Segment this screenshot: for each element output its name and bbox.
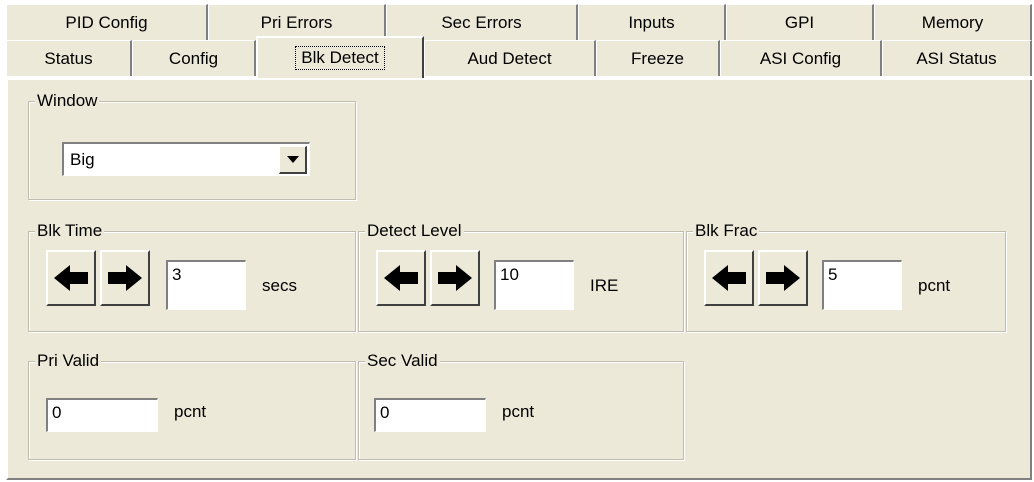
blk-frac-unit: pcnt: [918, 276, 951, 295]
arrow-left-icon: [712, 265, 746, 291]
arrow-left-icon: [384, 265, 418, 291]
blk-frac-input[interactable]: 5: [822, 260, 902, 310]
blk-time-unit: secs: [262, 276, 297, 295]
tab-row-bottom: Status Config Blk Detect Aud Detect Free…: [6, 36, 1032, 78]
tab-pri-errors[interactable]: Pri Errors: [208, 4, 386, 40]
tab-config[interactable]: Config: [132, 40, 256, 76]
tab-freeze[interactable]: Freeze: [596, 40, 720, 76]
tab-label: Memory: [921, 12, 984, 32]
arrow-right-icon: [108, 265, 142, 291]
blk-detect-panel: Window Big Blk Time 3 secs Detect Level …: [6, 80, 1032, 480]
tab-asi-config[interactable]: ASI Config: [720, 40, 882, 76]
tab-label: Freeze: [631, 48, 684, 68]
pri-valid-unit: pcnt: [174, 402, 207, 421]
detect-level-title: Detect Level: [365, 221, 464, 240]
sec-valid-input[interactable]: 0: [374, 398, 486, 432]
tab-label: ASI Config: [759, 48, 842, 68]
blk-time-increase-button[interactable]: [100, 250, 150, 306]
tab-label: Pri Errors: [260, 12, 333, 32]
blk-frac-title: Blk Frac: [693, 221, 760, 240]
detect-level-increase-button[interactable]: [430, 250, 480, 306]
tab-status[interactable]: Status: [6, 40, 132, 76]
tab-label: Status: [44, 48, 93, 68]
arrow-right-icon: [438, 265, 472, 291]
tab-memory[interactable]: Memory: [874, 4, 1032, 40]
tab-label: Sec Errors: [441, 12, 522, 32]
tab-label: Aud Detect: [467, 48, 552, 68]
pri-valid-title: Pri Valid: [35, 351, 102, 370]
blk-frac-increase-button[interactable]: [758, 250, 808, 306]
tab-asi-status[interactable]: ASI Status: [882, 40, 1032, 76]
pri-valid-input[interactable]: 0: [46, 398, 158, 432]
tab-gpi[interactable]: GPI: [726, 4, 874, 40]
tab-inputs[interactable]: Inputs: [578, 4, 726, 40]
chevron-down-icon: [286, 155, 299, 163]
detect-level-input[interactable]: 10: [494, 260, 574, 310]
blk-time-title: Blk Time: [35, 221, 105, 240]
tab-blk-detect[interactable]: Blk Detect: [256, 36, 424, 78]
tab-sec-errors[interactable]: Sec Errors: [386, 4, 578, 40]
window-select-value: Big: [70, 150, 95, 169]
blk-time-decrease-button[interactable]: [46, 250, 96, 306]
blk-frac-decrease-button[interactable]: [704, 250, 754, 306]
tab-pid-config[interactable]: PID Config: [6, 4, 208, 40]
tab-label: Blk Detect: [295, 46, 385, 70]
detect-level-unit: IRE: [590, 276, 619, 295]
tab-label: Inputs: [628, 12, 675, 32]
sec-valid-title: Sec Valid: [365, 351, 440, 370]
tab-row-top: PID Config Pri Errors Sec Errors Inputs …: [6, 4, 1032, 40]
tab-label: GPI: [784, 12, 815, 32]
window-select[interactable]: Big: [62, 142, 310, 176]
tab-aud-detect[interactable]: Aud Detect: [424, 40, 596, 76]
dropdown-button[interactable]: [279, 146, 307, 174]
arrow-left-icon: [54, 265, 88, 291]
blk-time-input[interactable]: 3: [166, 260, 246, 310]
window-group-title: Window: [35, 91, 100, 110]
detect-level-decrease-button[interactable]: [376, 250, 426, 306]
tab-label: PID Config: [65, 12, 148, 32]
tab-label: ASI Status: [916, 48, 997, 68]
sec-valid-unit: pcnt: [502, 402, 535, 421]
arrow-right-icon: [766, 265, 800, 291]
tab-label: Config: [168, 48, 219, 68]
